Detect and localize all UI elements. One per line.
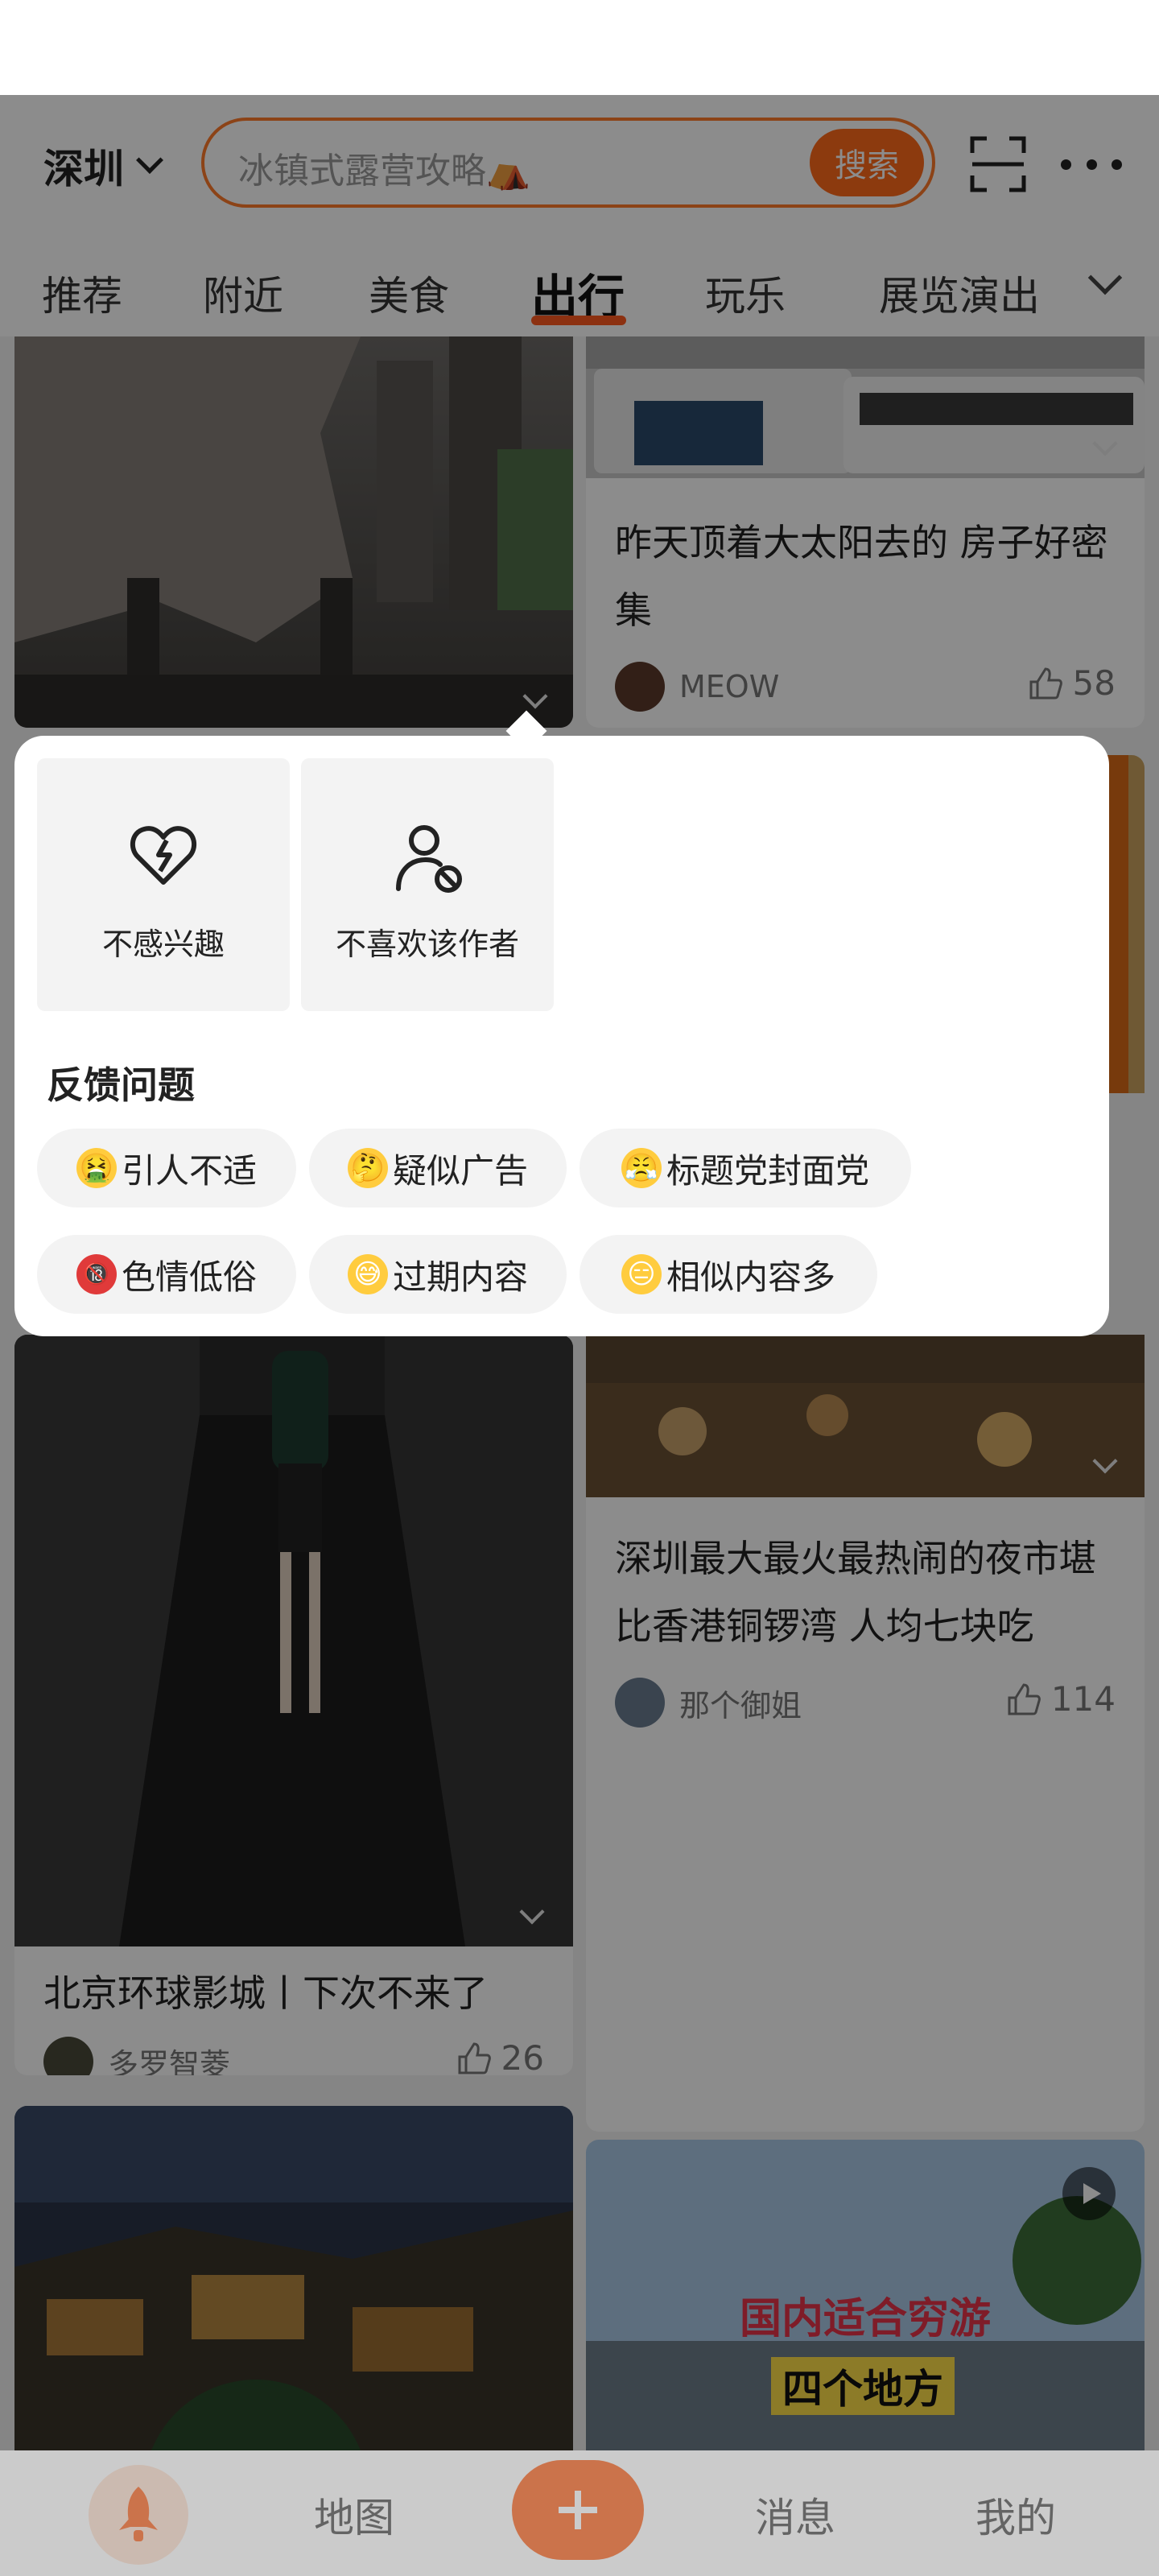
feedback-chip-outdated[interactable]: 😅 过期内容	[309, 1235, 567, 1314]
not-interested-button[interactable]: 不感兴趣	[37, 758, 290, 1011]
chip-label: 引人不适	[121, 1150, 257, 1191]
block-user-icon	[396, 825, 462, 893]
huffing-face-icon: 😤	[621, 1148, 662, 1188]
chip-label: 标题党封面党	[666, 1150, 869, 1191]
no-under-18-icon: 🔞	[76, 1254, 117, 1294]
sweat-smile-icon: 😅	[347, 1254, 388, 1294]
chip-label: 疑似广告	[392, 1150, 528, 1191]
nav-profile[interactable]: 我的	[975, 2486, 1056, 2544]
chip-label: 相似内容多	[666, 1257, 835, 1297]
chip-label: 过期内容	[392, 1257, 528, 1297]
nav-explore[interactable]	[89, 2465, 188, 2565]
thinking-face-icon: 🤔	[347, 1148, 388, 1188]
nauseated-face-icon: 🤮	[76, 1148, 117, 1188]
dislike-author-button[interactable]: 不喜欢该作者	[301, 758, 554, 1011]
expressionless-face-icon: 😑	[621, 1254, 662, 1294]
bottom-nav: 地图 消息 我的	[0, 2450, 1159, 2576]
feedback-heading: 反馈问题	[47, 1063, 195, 1107]
not-interested-label: 不感兴趣	[101, 927, 225, 962]
feedback-chip-repetitive[interactable]: 😑 相似内容多	[580, 1235, 877, 1314]
chip-label: 色情低俗	[121, 1257, 257, 1297]
create-post-button[interactable]	[512, 2460, 644, 2560]
status-bar	[0, 0, 1159, 95]
feedback-chip-uncomfortable[interactable]: 🤮 引人不适	[37, 1129, 296, 1208]
nav-messages[interactable]: 消息	[755, 2486, 835, 2544]
dislike-author-label: 不喜欢该作者	[335, 927, 519, 962]
nav-map[interactable]: 地图	[314, 2486, 394, 2544]
feedback-chip-clickbait[interactable]: 😤 标题党封面党	[580, 1129, 911, 1208]
feedback-popup: 不感兴趣 不喜欢该作者 反馈问题 🤮 引人不适 🤔 疑似广告 😤 标题党封面党 …	[14, 736, 1109, 1336]
broken-heart-icon	[130, 826, 197, 885]
plus-icon	[559, 2491, 597, 2529]
feedback-chip-suspected-ad[interactable]: 🤔 疑似广告	[309, 1129, 567, 1208]
feedback-chip-vulgar[interactable]: 🔞 色情低俗	[37, 1235, 296, 1314]
rocket-icon	[119, 2487, 158, 2541]
